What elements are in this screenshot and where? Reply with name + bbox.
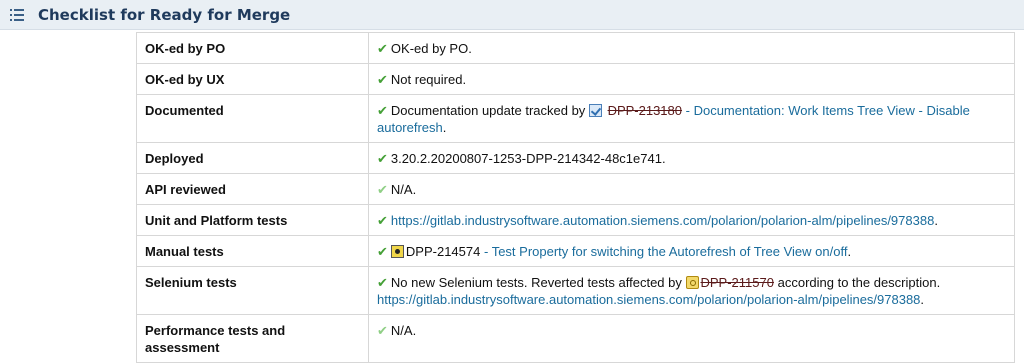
section-header: Checklist for Ready for Merge [0,0,1024,30]
value-text: Not required. [390,72,467,87]
table-row: API reviewed ✔ N/A. [136,173,1015,205]
value-text: 3.20.2.20200807-1253-DPP-214342-48c1e741… [390,151,666,166]
table-row: Unit and Platform tests ✔ https://gitlab.… [136,204,1015,236]
checklist-table: OK-ed by PO ✔ OK-ed by PO. OK-ed by UX ✔ N… [136,32,1015,363]
section-title: Checklist for Ready for Merge [38,6,291,24]
value-text: OK-ed by PO. [390,41,472,56]
check-icon: ✔ [377,72,388,87]
check-icon: ✔ [377,182,388,197]
row-value: ✔ https://gitlab.industrysoftware.automat… [368,204,1015,236]
row-name: Selenium tests [136,266,369,315]
list-icon [10,9,24,21]
work-item-id[interactable]: DPP-214574 [406,244,480,259]
work-item-link[interactable]: - Test Property for switching the Autore… [484,244,847,259]
table-row: Selenium tests ✔ No new Selenium tests. R… [136,266,1015,315]
check-icon: ✔ [377,323,388,338]
value-text: Documentation update tracked by [390,103,586,118]
value-text-middle: according to the description. [777,275,941,290]
check-icon: ✔ [377,151,388,166]
row-name: Documented [136,94,369,143]
value-suffix: . [934,213,938,228]
row-value: ✔ Not required. [368,63,1015,95]
work-item-id[interactable]: DPP-213180 [608,103,682,118]
check-icon: ✔ [377,213,388,228]
row-name: Unit and Platform tests [136,204,369,236]
table-row: Manual tests ✔ DPP-214574 - Test Property… [136,235,1015,267]
value-suffix: . [920,292,925,307]
value-text: N/A. [390,323,417,338]
check-icon: ✔ [377,244,388,259]
row-value: ✔ Documentation update tracked by DPP-213… [368,94,1015,143]
row-name: API reviewed [136,173,369,205]
table-row: OK-ed by UX ✔ Not required. [136,63,1015,95]
row-value: ✔ OK-ed by PO. [368,32,1015,64]
pipeline-link[interactable]: https://gitlab.industrysoftware.automati… [391,213,934,228]
work-item-id[interactable]: DPP-211570 [701,275,774,290]
pipeline-link[interactable]: https://gitlab.industrysoftware.automati… [377,292,920,307]
row-name: OK-ed by PO [136,32,369,64]
check-icon: ✔ [377,275,388,290]
row-name: Manual tests [136,235,369,267]
test-case-icon [390,245,404,258]
row-name: OK-ed by UX [136,63,369,95]
document-work-item-icon [588,104,602,117]
row-value: ✔ 3.20.2.20200807-1253-DPP-214342-48c1e74… [368,142,1015,174]
value-suffix: . [847,244,852,259]
value-suffix: . [442,120,447,135]
table-row: Deployed ✔ 3.20.2.20200807-1253-DPP-21434… [136,142,1015,174]
check-icon: ✔ [377,41,388,56]
row-value: ✔ N/A. [368,173,1015,205]
value-text: No new Selenium tests. Reverted tests af… [390,275,682,290]
table-row: OK-ed by PO ✔ OK-ed by PO. [136,32,1015,64]
defect-work-item-icon [685,276,699,289]
value-text: N/A. [390,182,417,197]
row-name: Deployed [136,142,369,174]
row-value: ✔ No new Selenium tests. Reverted tests a… [368,266,1015,315]
row-value: ✔ DPP-214574 - Test Property for switchin… [368,235,1015,267]
check-icon: ✔ [377,103,388,118]
table-row: Documented ✔ Documentation update tracked… [136,94,1015,143]
